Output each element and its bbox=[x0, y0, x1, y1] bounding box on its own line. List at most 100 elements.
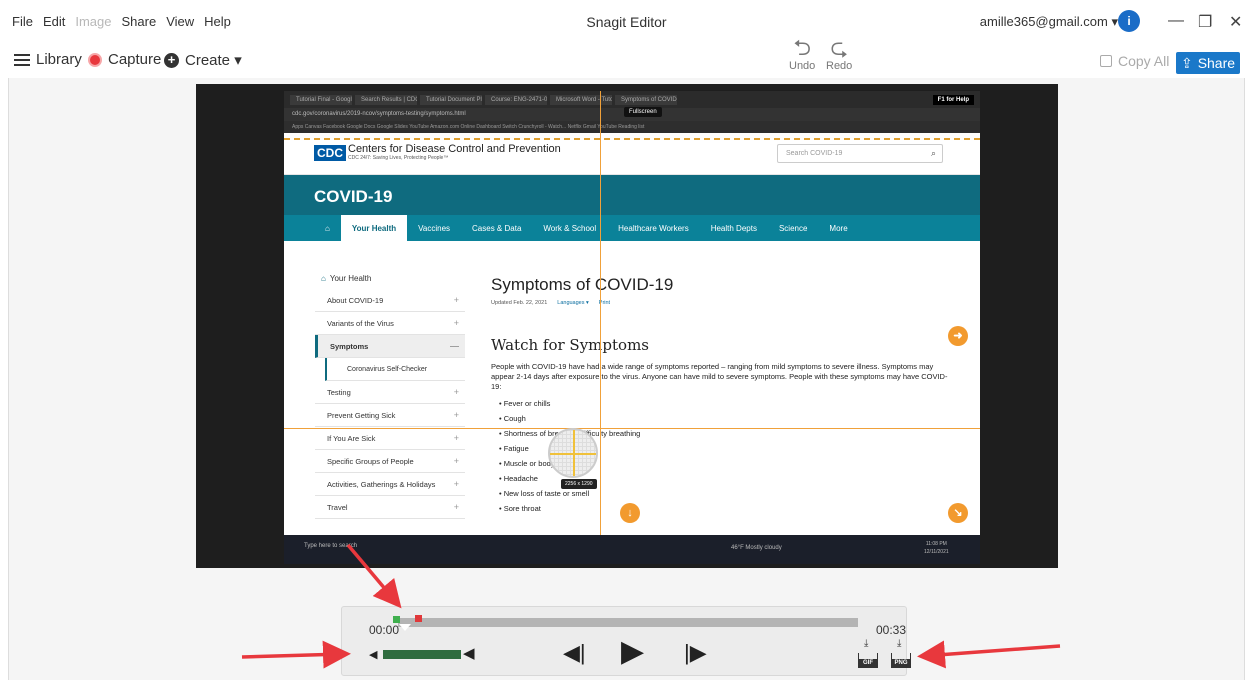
cdc-search-placeholder: Search COVID-19 bbox=[786, 150, 843, 157]
cdc-nav-item: More bbox=[829, 223, 848, 233]
article-meta: Updated Feb. 22, 2021 Languages ▾ Print bbox=[491, 300, 951, 306]
time-total: 00:33 bbox=[876, 623, 907, 637]
toolbar: Library Capture + Create ▾ ⮌ Undo ⮎ Redo… bbox=[0, 36, 1253, 78]
captured-browser: Tutorial Final - Google D... Search Resu… bbox=[284, 91, 980, 564]
record-icon bbox=[88, 52, 102, 67]
playhead[interactable] bbox=[399, 624, 411, 631]
sidebar-item-label: Travel bbox=[327, 502, 348, 512]
arrow-down-icon: ↓ bbox=[620, 503, 640, 523]
play-button[interactable]: ▶ bbox=[621, 634, 644, 669]
sidebar-item: Prevent Getting Sick + bbox=[315, 404, 465, 427]
browser-tab: Microsoft Word - Tutoria... bbox=[550, 94, 612, 105]
crosshair-horizontal bbox=[284, 428, 980, 429]
browser-tab: Search Results | CDC bbox=[355, 94, 417, 105]
capture-dimensions: 2256 x 1290 bbox=[561, 479, 597, 489]
expand-icon: + bbox=[453, 410, 459, 420]
sidebar-item: Variants of the Virus + bbox=[315, 312, 465, 335]
browser-tab: Course: ENG-2471-01 Wr... bbox=[485, 94, 547, 105]
library-label: Library bbox=[36, 51, 82, 68]
create-button[interactable]: + Create ▾ bbox=[164, 51, 242, 69]
step-back-button[interactable]: ◀| bbox=[563, 640, 586, 666]
copy-icon bbox=[1100, 55, 1112, 67]
menu-bar: File Edit Image Share View Help bbox=[12, 14, 231, 29]
share-button[interactable]: ⇪ Share bbox=[1176, 52, 1240, 74]
windows-taskbar: Type here to search 46°F Mostly cloudy 1… bbox=[284, 535, 980, 564]
sidebar-item-selected: Symptoms — bbox=[315, 335, 465, 358]
cdc-logo: CDC bbox=[314, 145, 346, 161]
undo-button[interactable]: ⮌ Undo bbox=[789, 36, 815, 73]
menu-view[interactable]: View bbox=[166, 14, 194, 29]
cdc-search-input: Search COVID-19 ⌕ bbox=[777, 144, 943, 163]
section-paragraph: People with COVID-19 have had a wide ran… bbox=[491, 362, 948, 391]
list-item: • Fever or chills bbox=[499, 399, 551, 408]
list-item: • Sore throat bbox=[499, 504, 541, 513]
taskbar-clock: 11:08 PM 12/11/2021 bbox=[924, 541, 949, 555]
redo-button[interactable]: ⮎ Redo bbox=[826, 35, 852, 73]
close-button[interactable]: ✕ bbox=[1229, 12, 1242, 32]
list-item: • Cough bbox=[499, 414, 526, 423]
selection-start-marker[interactable] bbox=[393, 616, 400, 623]
expand-icon: + bbox=[453, 387, 459, 397]
menu-share[interactable]: Share bbox=[122, 14, 157, 29]
sidebar-item: Activities, Gatherings & Holidays + bbox=[315, 473, 465, 496]
cdc-nav-item: Vaccines bbox=[418, 223, 451, 233]
sidebar-item-label: Symptoms bbox=[330, 341, 369, 351]
sidebar-item-label: About COVID-19 bbox=[327, 295, 384, 305]
account-avatar[interactable]: i bbox=[1118, 10, 1140, 32]
browser-tab: Symptoms of COVID-19 | bbox=[615, 94, 677, 105]
menu-image[interactable]: Image bbox=[75, 14, 111, 29]
magnifier-loupe bbox=[548, 428, 598, 478]
timeline-track[interactable] bbox=[398, 618, 858, 627]
sidebar-item: Testing + bbox=[315, 381, 465, 404]
expand-icon: + bbox=[453, 433, 459, 443]
title-bar: File Edit Image Share View Help Snagit E… bbox=[0, 0, 1253, 44]
copy-all-button[interactable]: Copy All bbox=[1100, 53, 1169, 69]
covid-band-title: COVID-19 bbox=[284, 175, 980, 215]
menu-icon bbox=[14, 53, 30, 66]
menu-edit[interactable]: Edit bbox=[43, 14, 65, 29]
minimize-button[interactable]: — bbox=[1168, 12, 1184, 30]
cdc-sidebar: ⌂ Your Health About COVID-19 + Variants o… bbox=[315, 267, 465, 519]
expand-icon: + bbox=[453, 502, 459, 512]
expand-icon: + bbox=[453, 295, 459, 305]
volume-slider[interactable] bbox=[383, 650, 461, 659]
menu-help[interactable]: Help bbox=[204, 14, 231, 29]
help-badge: F1 for Help bbox=[932, 94, 974, 105]
expand-icon: + bbox=[453, 456, 459, 466]
cdc-nav-item: Health Depts bbox=[710, 223, 757, 233]
save-as-gif-button[interactable]: ⤓ GIF bbox=[858, 638, 878, 668]
cdc-org-name: Centers for Disease Control and Preventi… bbox=[348, 143, 561, 155]
save-as-png-button[interactable]: ⤓ PNG bbox=[891, 638, 911, 668]
cdc-tagline: CDC 24/7: Saving Lives, Protecting Peopl… bbox=[348, 155, 449, 161]
volume-down-icon[interactable]: ◀ bbox=[369, 648, 377, 661]
selection-end-marker[interactable] bbox=[415, 615, 422, 622]
list-item: • New loss of taste or smell bbox=[499, 489, 590, 498]
capture-button[interactable]: Capture bbox=[88, 51, 161, 68]
download-icon: ⤓ bbox=[897, 638, 902, 649]
restore-button[interactable]: ❐ bbox=[1198, 12, 1212, 32]
taskbar-search: Type here to search bbox=[304, 543, 358, 549]
menu-file[interactable]: File bbox=[12, 14, 33, 29]
download-icon: ⤓ bbox=[864, 638, 869, 649]
cdc-nav-item: Science bbox=[778, 223, 808, 233]
section-heading: Watch for Symptoms bbox=[491, 336, 649, 354]
account-menu[interactable]: amille365@gmail.com ▾ bbox=[980, 14, 1118, 30]
sidebar-item-label: Prevent Getting Sick bbox=[327, 410, 396, 420]
step-forward-button[interactable]: |▶ bbox=[684, 640, 707, 666]
browser-tab-strip: Tutorial Final - Google D... Search Resu… bbox=[284, 91, 980, 108]
volume-up-icon[interactable]: ◀ bbox=[463, 644, 475, 662]
fullscreen-tag: Fullscreen bbox=[624, 107, 662, 117]
taskbar-weather: 46°F Mostly cloudy bbox=[731, 545, 782, 551]
crosshair-vertical bbox=[600, 91, 601, 564]
library-button[interactable]: Library bbox=[14, 51, 82, 68]
plus-icon: + bbox=[164, 52, 179, 68]
browser-tab: Tutorial Final - Google D... bbox=[290, 94, 352, 105]
redo-icon: ⮎ bbox=[830, 35, 848, 60]
cdc-nav-item: Healthcare Workers bbox=[618, 223, 689, 233]
browser-tab: Tutorial Document Plan bbox=[420, 94, 482, 105]
sidebar-heading: ⌂ Your Health bbox=[315, 267, 465, 289]
copy-all-label: Copy All bbox=[1118, 53, 1170, 69]
create-label: Create ▾ bbox=[185, 52, 242, 69]
sidebar-item: If You Are Sick + bbox=[315, 427, 465, 450]
home-icon: ⌂ bbox=[321, 273, 326, 283]
